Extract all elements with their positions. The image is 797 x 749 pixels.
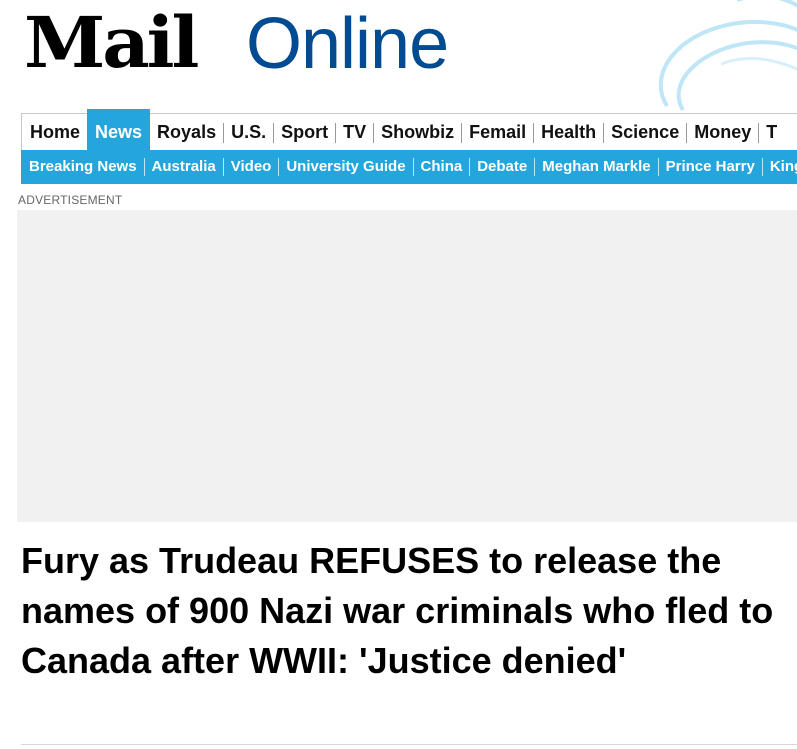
logo-mail[interactable]: Mail [24,6,199,80]
secondary-nav: Breaking News Australia Video University… [21,150,797,184]
advertisement-label: ADVERTISEMENT [18,193,123,207]
nav-royals[interactable]: Royals [150,114,223,151]
subnav-video[interactable]: Video [224,150,279,184]
subnav-prince-harry[interactable]: Prince Harry [659,150,762,184]
headline-divider [21,744,797,745]
nav-money[interactable]: Money [687,114,758,151]
site-header: Mail Online [0,0,797,112]
advertisement-slot[interactable] [17,210,797,522]
nav-tv[interactable]: TV [336,114,373,151]
decorative-swirl-icon [658,0,797,112]
subnav-university-guide[interactable]: University Guide [279,150,412,184]
subnav-australia[interactable]: Australia [145,150,223,184]
nav-showbiz[interactable]: Showbiz [374,114,461,151]
nav-health[interactable]: Health [534,114,603,151]
nav-sport[interactable]: Sport [274,114,335,151]
nav-travel[interactable]: T [759,114,784,151]
subnav-breaking-news[interactable]: Breaking News [21,150,144,184]
subnav-debate[interactable]: Debate [470,150,534,184]
nav-home[interactable]: Home [22,114,87,151]
nav-science[interactable]: Science [604,114,686,151]
subnav-king[interactable]: King [763,150,797,184]
nav-us[interactable]: U.S. [224,114,273,151]
logo-online[interactable]: Online [246,8,449,80]
primary-nav: Home News Royals U.S. Sport TV Showbiz F… [21,109,797,151]
article-headline: Fury as Trudeau REFUSES to release the n… [21,540,774,681]
nav-news[interactable]: News [87,109,151,151]
subnav-meghan-markle[interactable]: Meghan Markle [535,150,657,184]
nav-femail[interactable]: Femail [462,114,533,151]
subnav-china[interactable]: China [414,150,470,184]
